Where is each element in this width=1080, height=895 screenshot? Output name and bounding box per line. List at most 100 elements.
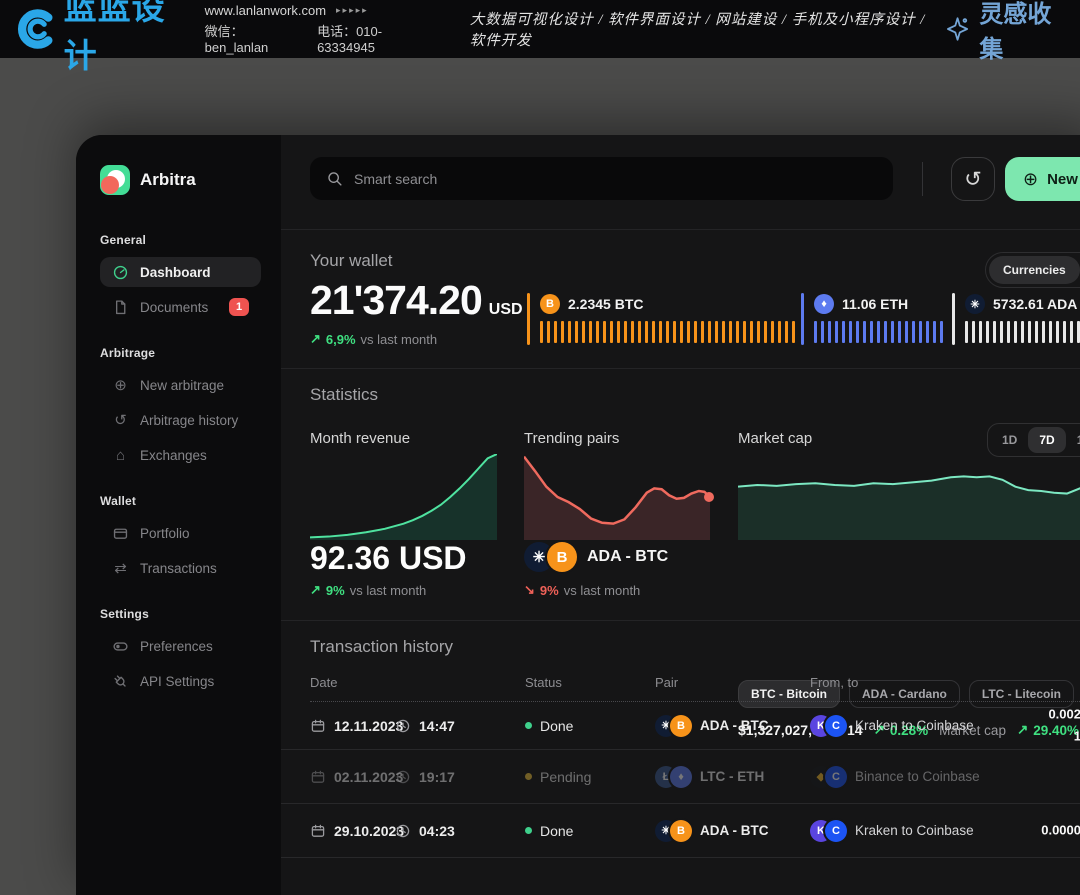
btc-icon: B	[670, 820, 692, 842]
nav-section-title: Settings	[100, 607, 261, 621]
top-banner: 蓝蓝设计 www.lanlanwork.com ▸▸▸▸▸ 微信：ben_lan…	[0, 0, 1080, 58]
trending-pair: ✳ B ADA - BTC	[524, 542, 668, 572]
collect-label: 灵感收集	[979, 0, 1066, 64]
nav-section-title: Wallet	[100, 494, 261, 508]
status-label: Done	[540, 823, 573, 839]
eth-ticks	[814, 321, 946, 343]
status-label: Done	[540, 718, 573, 734]
sidebar-item-preferences[interactable]: Preferences	[100, 631, 261, 661]
segment-marker	[952, 293, 955, 345]
sidebar-item-transactions[interactable]: ⇄ Transactions	[100, 553, 261, 583]
wallet-tabs: Currencies Exchanges	[985, 252, 1080, 288]
ada-ticks	[965, 321, 1080, 343]
wallet-card-icon	[112, 525, 129, 542]
toggle-icon	[112, 638, 129, 655]
sidebar-item-arbitrage-history[interactable]: ↺ Arbitrage history	[100, 405, 261, 435]
sidebar-item-label: Transactions	[140, 561, 217, 576]
tab-currencies[interactable]: Currencies	[989, 256, 1080, 284]
sidebar-item-label: Preferences	[140, 639, 213, 654]
nav-section-title: Arbitrage	[100, 346, 261, 360]
app-window: Arbitra General Dashboard Documents 1 Ar…	[76, 135, 1080, 895]
new-arbitrage-button[interactable]: ⊕ New arbitrage	[1005, 157, 1080, 201]
app-name: Arbitra	[140, 170, 196, 190]
coinbase-icon: C	[825, 715, 847, 737]
banner-wechat: 微信：ben_lanlan	[205, 21, 297, 55]
balance-value: 21'374.20	[310, 277, 482, 324]
balance-currency: USD	[489, 301, 523, 319]
lanlan-logo-icon	[14, 6, 56, 52]
range-1m[interactable]: 1M	[1066, 427, 1080, 453]
eth-icon: ♦	[670, 766, 692, 788]
status-dot	[525, 773, 532, 780]
ada-icon: ✳	[965, 294, 985, 314]
segment-marker	[527, 293, 530, 345]
sidebar-item-portfolio[interactable]: Portfolio	[100, 518, 261, 548]
banner-contact: www.lanlanwork.com ▸▸▸▸▸ 微信：ben_lanlan 电…	[205, 3, 428, 55]
sidebar-item-label: Dashboard	[140, 265, 211, 280]
wallet-balance: 21'374.20 USD	[310, 277, 523, 324]
nav-section-settings: Settings Preferences API Settings	[100, 607, 261, 696]
inspiration-collect-link[interactable]: 灵感收集	[944, 0, 1066, 64]
btc-icon: B	[670, 715, 692, 737]
restore-icon: ↺	[964, 167, 982, 192]
chart-end-dot	[704, 492, 714, 502]
trending-pairs-card: Trending pairs ✳ B ADA - BTC ↘ 9% vs las…	[524, 430, 710, 610]
section-divider	[281, 229, 1080, 230]
arrow-up-icon: ↗	[310, 331, 321, 347]
swap-arrows-icon: ⇄	[112, 560, 129, 577]
table-row[interactable]: 29.10.2023 04:23 Done ✳ B ADA - BTC K	[281, 804, 1080, 858]
sidebar-item-dashboard[interactable]: Dashboard	[100, 257, 261, 287]
col-status: Status	[525, 675, 562, 690]
amount-cell: 0.002 1	[1031, 703, 1080, 749]
sparkle-star-icon	[944, 14, 971, 44]
banner-phone: 电话：010-63334945	[317, 21, 428, 55]
clock-icon	[395, 823, 411, 839]
sidebar-item-label: API Settings	[140, 674, 214, 689]
calendar-icon	[310, 769, 326, 785]
range-7d[interactable]: 7D	[1028, 427, 1065, 453]
house-icon: ⌂	[112, 447, 129, 464]
coinbase-icon: C	[825, 766, 847, 788]
market-cap-range-toggle: 1D 7D 1M	[987, 423, 1080, 457]
col-date: Date	[310, 675, 337, 690]
status-label: Pending	[540, 769, 591, 785]
range-1d[interactable]: 1D	[991, 427, 1028, 453]
btc-icon: B	[547, 542, 577, 572]
month-revenue-card: Month revenue 92.36 USD ↗ 9% vs last mon…	[310, 430, 497, 610]
statistics-section-title: Statistics	[310, 385, 378, 405]
section-divider	[281, 368, 1080, 369]
col-pair: Pair	[655, 675, 678, 690]
app-logo: Arbitra	[100, 165, 261, 195]
sidebar-item-new-arbitrage[interactable]: ⊕ New arbitrage	[100, 370, 261, 400]
documents-badge: 1	[229, 298, 249, 316]
sidebar: Arbitra General Dashboard Documents 1 Ar…	[76, 135, 281, 895]
wallet-composition-bar: B 2.2345 BTC ♦ 11.06 ETH ✳ 5732.61 ADA	[527, 291, 1080, 347]
arrow-up-icon: ↗	[310, 582, 321, 598]
table-row[interactable]: 12.11.2023 14:47 Done ✳ B ADA - BTC K	[281, 702, 1080, 750]
sidebar-item-label: Portfolio	[140, 526, 190, 541]
month-revenue-chart	[310, 454, 497, 540]
btc-ticks	[540, 321, 795, 343]
plug-icon	[112, 673, 129, 690]
new-arbitrage-label: New arbitrage	[1047, 171, 1080, 188]
status-dot	[525, 827, 532, 834]
sidebar-item-api-settings[interactable]: API Settings	[100, 666, 261, 696]
chevrons-icon: ▸▸▸▸▸	[336, 5, 369, 16]
trending-pairs-chart	[524, 454, 710, 540]
sidebar-item-label: Exchanges	[140, 448, 207, 463]
month-revenue-change: ↗ 9% vs last month	[310, 582, 426, 598]
banner-logo: 蓝蓝设计	[14, 0, 187, 77]
calendar-icon	[310, 718, 326, 734]
arrow-down-icon: ↘	[524, 582, 535, 598]
history-button[interactable]: ↺	[951, 157, 995, 201]
btc-icon: B	[540, 294, 560, 314]
table-row[interactable]: 02.11.2023 19:17 Pending Ł ♦ LTC - ETH ◆	[281, 750, 1080, 804]
search-input[interactable]	[310, 157, 893, 200]
sidebar-item-exchanges[interactable]: ⌂ Exchanges	[100, 440, 261, 470]
main-content: ↺ ⊕ New arbitrage Your wallet Currencies…	[281, 135, 1080, 895]
sidebar-item-documents[interactable]: Documents 1	[100, 292, 261, 322]
plus-circle-icon: ⊕	[112, 377, 129, 394]
amount-cell: 0.0000	[1031, 819, 1080, 842]
sidebar-item-label: Arbitrage history	[140, 413, 238, 428]
history-icon: ↺	[112, 412, 129, 429]
